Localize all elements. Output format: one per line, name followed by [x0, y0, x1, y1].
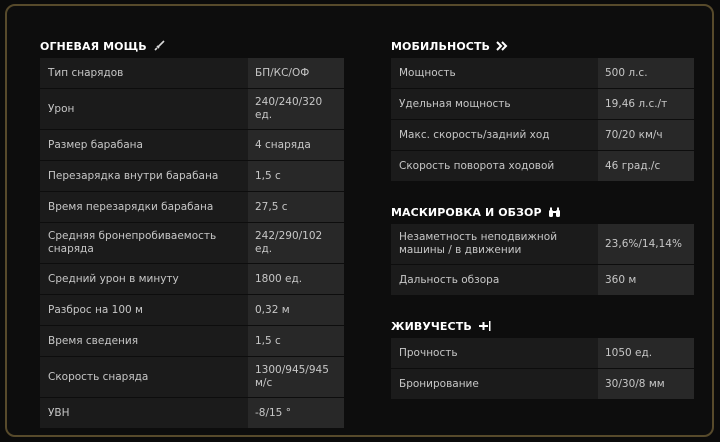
- stat-label: Размер барабана: [48, 138, 143, 151]
- stat-row: Урон 240/240/320 ед.: [40, 89, 344, 130]
- sword-icon: [153, 40, 165, 52]
- stat-label: Макс. скорость/задний ход: [399, 128, 550, 141]
- survivability-title: ЖИВУЧЕСТЬ: [391, 314, 694, 338]
- stat-row: УВН -8/15 °: [40, 398, 344, 429]
- stat-value: 1,5 с: [248, 161, 344, 191]
- mobility-title: МОБИЛЬНОСТЬ: [391, 34, 694, 58]
- camouflage-section: МАСКИРОВКА И ОБЗОР Незаметность неподвиж…: [391, 200, 694, 296]
- stat-label: Средняя бронепробиваемость снаряда: [48, 230, 217, 255]
- double-chevron-right-icon: [496, 41, 508, 51]
- stat-value: 70/20 км/ч: [598, 120, 694, 150]
- stat-row: Тип снарядов БП/КС/ОФ: [40, 58, 344, 89]
- stat-value: 27,5 с: [248, 192, 344, 222]
- stat-label: Средний урон в минуту: [48, 272, 179, 285]
- stat-row: Мощность 500 л.с.: [391, 58, 694, 89]
- stat-label: Мощность: [399, 66, 456, 79]
- stat-value: 0,32 м: [248, 295, 344, 325]
- mobility-table: Мощность 500 л.с. Удельная мощность 19,46 л…: [391, 58, 694, 182]
- stat-row: Время сведения 1,5 с: [40, 326, 344, 357]
- firepower-table: Тип снарядов БП/КС/ОФ Урон 240/240/320 ед. Р…: [40, 58, 344, 429]
- camouflage-table: Незаметность неподвижной машины / в движ…: [391, 224, 694, 296]
- stat-row: Перезарядка внутри барабана 1,5 с: [40, 161, 344, 192]
- stat-value: 4 снаряда: [248, 130, 344, 160]
- stat-row: Макс. скорость/задний ход 70/20 км/ч: [391, 120, 694, 151]
- stat-label: Незаметность неподвижной машины / в движ…: [399, 231, 558, 256]
- health-plus-icon: [478, 321, 492, 331]
- stat-value: 1,5 с: [248, 326, 344, 356]
- survivability-table: Прочность 1050 ед. Бронирование 30/30/8 мм: [391, 338, 694, 400]
- stat-label: Разброс на 100 м: [48, 303, 143, 316]
- stat-value: 360 м: [598, 265, 694, 295]
- stats-panel: ОГНЕВАЯ МОЩЬ Тип снарядов БП/КС/ОФ Урон 240…: [5, 4, 714, 437]
- mobility-section: МОБИЛЬНОСТЬ Мощность 500 л.с. Удельная мощ…: [391, 34, 694, 182]
- stat-value: 19,46 л.с./т: [598, 89, 694, 119]
- stat-value: 1800 ед.: [248, 264, 344, 294]
- stat-value: 1050 ед.: [598, 338, 694, 368]
- stat-value: 240/240/320 ед.: [248, 89, 344, 129]
- stat-label: Время перезарядки барабана: [48, 200, 214, 213]
- firepower-title: ОГНЕВАЯ МОЩЬ: [40, 34, 344, 58]
- right-column: МОБИЛЬНОСТЬ Мощность 500 л.с. Удельная мощ…: [391, 34, 694, 400]
- stat-value: 23,6%/14,14%: [598, 224, 694, 264]
- stat-row: Незаметность неподвижной машины / в движ…: [391, 224, 694, 265]
- stat-value: 46 град./с: [598, 151, 694, 181]
- stat-value: 242/290/102 ед.: [248, 223, 344, 263]
- stat-label: Удельная мощность: [399, 97, 511, 110]
- stat-label: Время сведения: [48, 334, 139, 347]
- stat-label: УВН: [48, 406, 70, 419]
- stat-label: Прочность: [399, 346, 458, 359]
- stat-row: Средний урон в минуту 1800 ед.: [40, 264, 344, 295]
- firepower-title-text: ОГНЕВАЯ МОЩЬ: [40, 39, 147, 53]
- stat-row: Удельная мощность 19,46 л.с./т: [391, 89, 694, 120]
- stat-row: Скорость поворота ходовой 46 град./с: [391, 151, 694, 182]
- binoculars-icon: [548, 207, 561, 218]
- stat-row: Дальность обзора 360 м: [391, 265, 694, 296]
- stat-row: Средняя бронепробиваемость снаряда 242/29…: [40, 223, 344, 264]
- stat-label: Урон: [48, 102, 75, 115]
- stat-row: Прочность 1050 ед.: [391, 338, 694, 369]
- stat-label: Скорость снаряда: [48, 370, 149, 383]
- stat-row: Скорость снаряда 1300/945/945 м/с: [40, 357, 344, 398]
- stat-value: -8/15 °: [248, 398, 344, 428]
- camouflage-title-text: МАСКИРОВКА И ОБЗОР: [391, 205, 542, 219]
- stat-value: 1300/945/945 м/с: [248, 357, 344, 397]
- mobility-title-text: МОБИЛЬНОСТЬ: [391, 39, 491, 53]
- stat-label: Скорость поворота ходовой: [399, 159, 555, 172]
- stat-value: БП/КС/ОФ: [248, 58, 344, 88]
- camouflage-title: МАСКИРОВКА И ОБЗОР: [391, 200, 694, 224]
- stat-value: 500 л.с.: [598, 58, 694, 88]
- stat-label: Бронирование: [399, 377, 479, 390]
- firepower-section: ОГНЕВАЯ МОЩЬ Тип снарядов БП/КС/ОФ Урон 240…: [40, 34, 344, 429]
- stat-row: Бронирование 30/30/8 мм: [391, 369, 694, 400]
- stat-label: Перезарядка внутри барабана: [48, 169, 219, 182]
- stat-row: Размер барабана 4 снаряда: [40, 130, 344, 161]
- stat-row: Время перезарядки барабана 27,5 с: [40, 192, 344, 223]
- stat-label: Дальность обзора: [399, 273, 500, 286]
- stat-value: 30/30/8 мм: [598, 369, 694, 399]
- survivability-title-text: ЖИВУЧЕСТЬ: [391, 319, 472, 333]
- survivability-section: ЖИВУЧЕСТЬ Прочность 1050 ед. Бронирование 3…: [391, 314, 694, 400]
- stat-label: Тип снарядов: [48, 66, 124, 79]
- stat-row: Разброс на 100 м 0,32 м: [40, 295, 344, 326]
